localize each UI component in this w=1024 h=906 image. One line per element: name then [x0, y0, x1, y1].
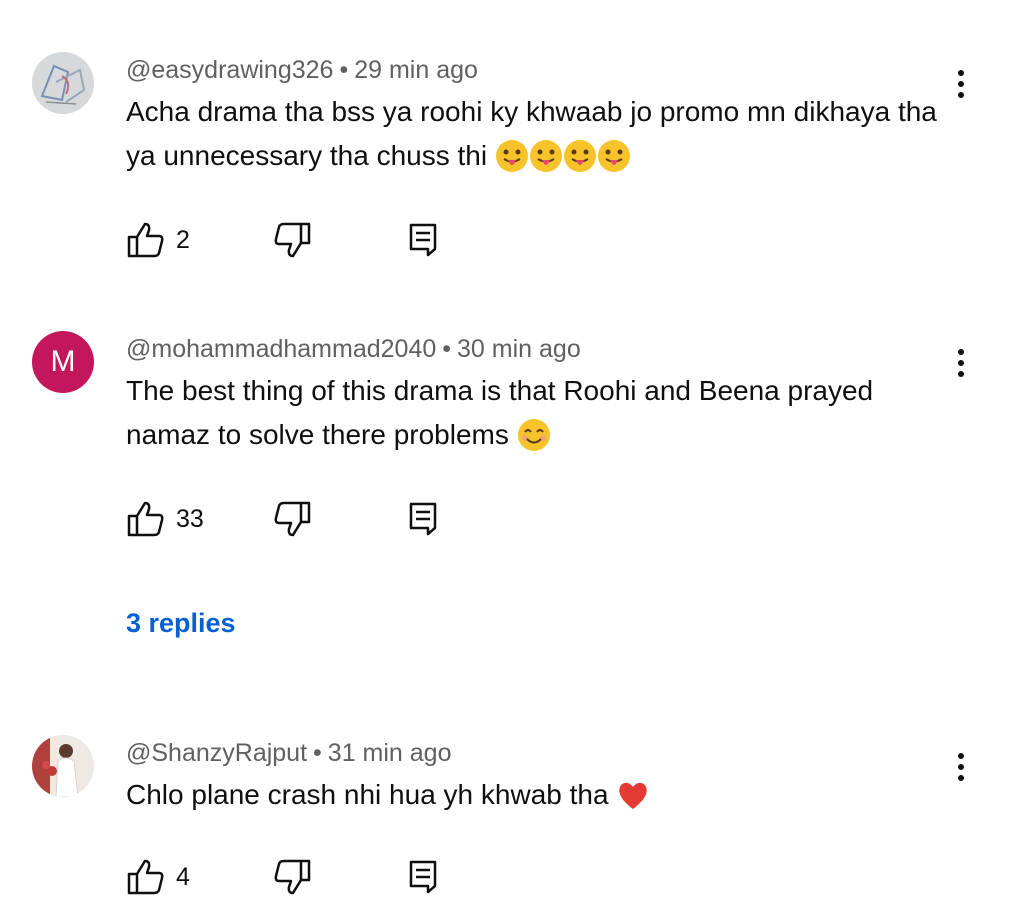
- dot-icon: [958, 70, 964, 76]
- reply-button[interactable]: [408, 499, 438, 539]
- face-with-tongue-emoji: [495, 139, 528, 172]
- timestamp[interactable]: 31 min ago: [328, 739, 452, 767]
- timestamp[interactable]: 29 min ago: [354, 56, 478, 84]
- reply-comment-icon: [409, 223, 437, 257]
- dot-icon: [958, 360, 964, 366]
- avatar[interactable]: M: [32, 331, 94, 393]
- reply-comment-icon: [409, 860, 437, 894]
- separator-dot: •: [339, 56, 349, 84]
- author-handle[interactable]: @mohammadhammad2040: [126, 335, 436, 363]
- view-replies-link[interactable]: 3 replies: [126, 608, 236, 639]
- comment-meta: @ShanzyRajput • 31 min ago: [126, 739, 452, 768]
- dislike-button[interactable]: [272, 857, 312, 897]
- author-handle[interactable]: @easydrawing326: [126, 56, 333, 84]
- like-button[interactable]: 33: [126, 499, 204, 539]
- separator-dot: •: [442, 335, 452, 363]
- timestamp[interactable]: 30 min ago: [457, 335, 581, 363]
- photo-avatar-image: [32, 735, 94, 797]
- dot-icon: [958, 371, 964, 377]
- dot-icon: [958, 92, 964, 98]
- face-with-tongue-emoji: [529, 139, 562, 172]
- avatar[interactable]: [32, 735, 94, 797]
- author-handle[interactable]: @ShanzyRajput: [126, 739, 307, 767]
- smiling-face-emoji: [517, 418, 550, 451]
- reply-comment-icon: [409, 502, 437, 536]
- face-with-tongue-emoji: [597, 139, 630, 172]
- dislike-button[interactable]: [272, 220, 312, 260]
- reply-button[interactable]: [408, 220, 438, 260]
- like-count: 33: [176, 504, 204, 533]
- comment-actions: 4: [126, 857, 466, 897]
- thumbs-down-icon: [274, 222, 311, 258]
- drawing-avatar-image: [32, 52, 94, 114]
- red-heart-emoji: [619, 782, 647, 809]
- separator-dot: •: [313, 739, 322, 767]
- comment-body: Chlo plane crash nhi hua yh khwab tha: [126, 779, 609, 810]
- avatar-letter: M: [50, 345, 76, 378]
- comment-body: The best thing of this drama is that Roo…: [126, 375, 874, 450]
- like-button[interactable]: 4: [126, 857, 190, 897]
- thumbs-down-icon: [274, 859, 311, 895]
- comment-meta: @mohammadhammad2040 • 30 min ago: [126, 335, 581, 364]
- dot-icon: [958, 81, 964, 87]
- comment-text: Acha drama tha bss ya roohi ky khwaab jo…: [126, 90, 956, 178]
- comment-actions: 33: [126, 499, 466, 539]
- dot-icon: [958, 775, 964, 781]
- dislike-button[interactable]: [272, 499, 312, 539]
- comment-text: Chlo plane crash nhi hua yh khwab tha: [126, 773, 956, 817]
- avatar[interactable]: [32, 52, 94, 114]
- thumbs-up-icon: [127, 222, 164, 258]
- comment-actions: 2: [126, 220, 466, 260]
- dot-icon: [958, 349, 964, 355]
- thumbs-up-icon: [127, 859, 164, 895]
- comment-text: The best thing of this drama is that Roo…: [126, 369, 956, 457]
- emoji-group: [487, 139, 631, 172]
- reply-button[interactable]: [408, 857, 438, 897]
- dot-icon: [958, 753, 964, 759]
- like-count: 2: [176, 225, 190, 254]
- comment-meta: @easydrawing326 • 29 min ago: [126, 56, 478, 85]
- dot-icon: [958, 764, 964, 770]
- like-count: 4: [176, 862, 190, 891]
- face-with-tongue-emoji: [563, 139, 596, 172]
- like-button[interactable]: 2: [126, 220, 190, 260]
- thumbs-down-icon: [274, 501, 311, 537]
- thumbs-up-icon: [127, 501, 164, 537]
